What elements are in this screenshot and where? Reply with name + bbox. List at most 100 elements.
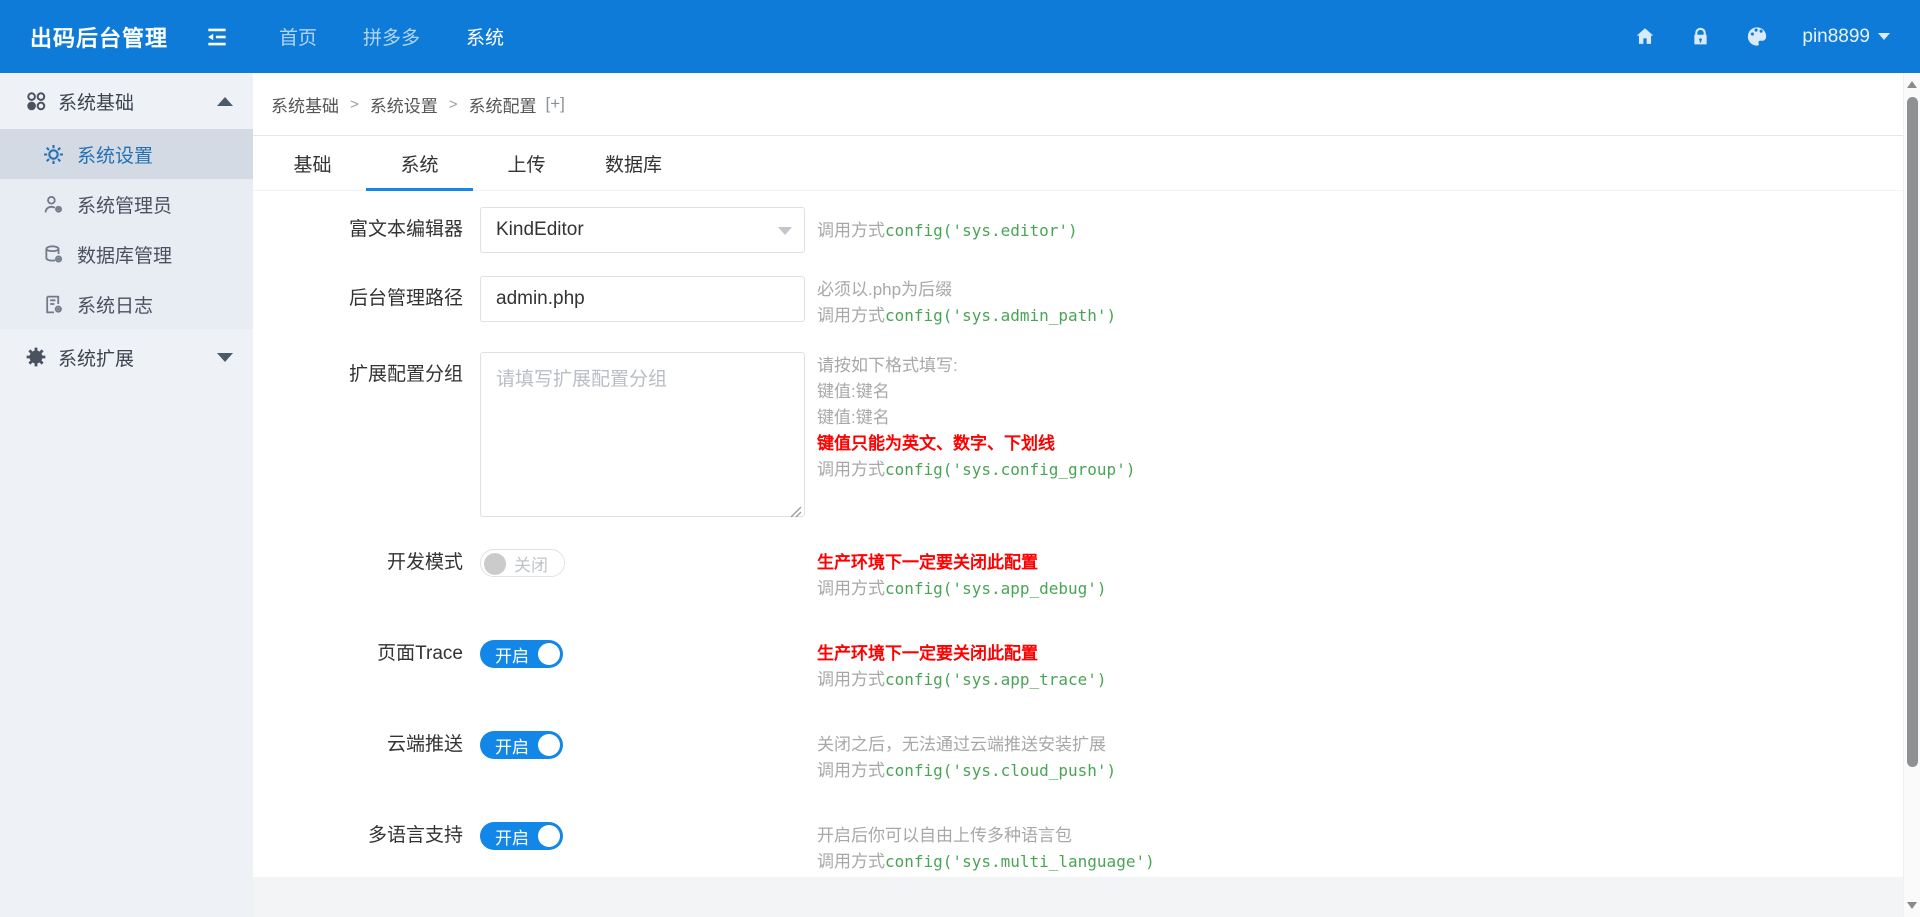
field-label: 扩展配置分组	[348, 364, 463, 385]
hint-line: 开启后你可以自由上传多种语言包	[817, 826, 1072, 845]
sidebar: 系统基础系统设置系统管理员数据库管理系统日志系统扩展	[0, 73, 253, 917]
field-control: KindEditor	[480, 207, 805, 253]
field-hints: 生产环境下一定要关闭此配置调用方式config('sys.app_debug')	[817, 549, 1107, 602]
sidebar-item-label: 系统设置	[77, 145, 154, 167]
toggle-state-label: 开启	[495, 828, 529, 848]
field-label: 云端推送	[386, 734, 463, 755]
app-title: 出码后台管理	[30, 25, 169, 51]
toggle-knob	[484, 553, 506, 575]
form-row-1: 后台管理路径 admin.php 必须以.php为后缀 调用方式config('sys…	[253, 276, 1903, 329]
nav-item-0[interactable]: 首页	[256, 0, 340, 73]
field-hints: 调用方式config('sys.editor')	[817, 217, 1078, 244]
field-label: 富文本编辑器	[348, 219, 463, 240]
content-area: 系统基础 > 系统设置 > 系统配置 [+] 基础 系统 上传 数据库 富文本编辑器 KindEd…	[253, 73, 1920, 917]
config-code: config('sys.multi_language')	[885, 852, 1155, 871]
hint-line: 键值只能为英文、数字、下划线	[817, 434, 1055, 453]
select-caret-icon	[778, 227, 792, 235]
chevron-down-icon	[217, 352, 233, 362]
editor-select[interactable]: KindEditor	[480, 207, 805, 253]
nav-item-1[interactable]: 拼多多	[340, 0, 443, 73]
main-panel: 系统基础 > 系统设置 > 系统配置 [+] 基础 系统 上传 数据库 富文本编辑器 KindEd…	[253, 73, 1903, 877]
tab-0[interactable]: 基础	[259, 136, 366, 190]
username: pin8899	[1802, 25, 1870, 47]
field-hints: 生产环境下一定要关闭此配置 调用方式config('sys.app_trace')	[817, 640, 1107, 693]
breadcrumb-item-2[interactable]: 系统配置	[469, 92, 537, 117]
field-control: admin.php	[480, 276, 805, 322]
scroll-up-icon[interactable]	[1907, 81, 1917, 88]
form-row-6: 多语言支持 开启 开启后你可以自由上传多种语言包调用方式config('sys.mu…	[253, 822, 1903, 875]
sidebar-group-0[interactable]: 系统基础	[0, 73, 253, 129]
tab-2[interactable]: 上传	[473, 136, 580, 190]
user-dropdown[interactable]: pin8899	[1802, 26, 1890, 48]
toggle-switch[interactable]: 关闭	[480, 549, 565, 577]
hint-line: 关闭之后，无法通过云端推送安装扩展	[817, 735, 1106, 754]
apps-icon	[25, 90, 47, 112]
toggle-knob	[538, 825, 560, 847]
input-value: admin.php	[496, 288, 585, 309]
breadcrumb-item-0[interactable]: 系统基础	[271, 92, 339, 117]
hint-line: 生产环境下一定要关闭此配置	[817, 644, 1038, 663]
hint-prefix: 调用方式	[817, 306, 885, 325]
tab-3[interactable]: 数据库	[580, 136, 687, 190]
toggle-switch[interactable]: 开启	[480, 731, 563, 759]
field-label: 开发模式	[386, 552, 463, 573]
hint-line: 调用方式config('sys.multi_language')	[817, 849, 1155, 875]
select-value: KindEditor	[496, 219, 584, 240]
resize-handle-icon[interactable]	[790, 502, 802, 518]
form-row-3: 开发模式 关闭 生产环境下一定要关闭此配置调用方式config('sys.app_d…	[253, 549, 1903, 602]
palette-icon[interactable]	[1746, 26, 1768, 48]
config-code: config('sys.config_group')	[885, 460, 1136, 479]
breadcrumb-item-1[interactable]: 系统设置	[370, 92, 438, 117]
config-code: config('sys.editor')	[885, 220, 1078, 240]
lock-icon[interactable]	[1690, 26, 1712, 48]
hint-prefix: 调用方式	[817, 579, 885, 598]
sidebar-item-label: 数据库管理	[77, 245, 173, 267]
toggle-state-label: 开启	[495, 737, 529, 757]
gear-icon	[43, 144, 64, 165]
hint-line: 调用方式config('sys.config_group')	[817, 457, 1135, 483]
breadcrumb: 系统基础 > 系统设置 > 系统配置 [+]	[253, 73, 1903, 136]
tab-1[interactable]: 系统	[366, 136, 473, 191]
hint-prefix: 调用方式	[817, 460, 885, 479]
field-label: 多语言支持	[367, 825, 463, 846]
form-row-5: 云端推送 开启 关闭之后，无法通过云端推送安装扩展 调用方式config('sys.c…	[253, 731, 1903, 784]
log-icon	[43, 294, 64, 315]
sidebar-item-0-2[interactable]: 数据库管理	[0, 229, 253, 279]
textarea-input[interactable]: 请填写扩展配置分组	[480, 352, 805, 518]
collapse-sidebar-icon[interactable]	[204, 24, 230, 50]
field-hints: 开启后你可以自由上传多种语言包调用方式config('sys.multi_lan…	[817, 822, 1155, 875]
sidebar-group-label: 系统基础	[58, 92, 135, 114]
navbar-menu: 首页 拼多多 系统	[256, 0, 527, 73]
settings-form: 富文本编辑器 KindEditor 调用方式config('sys.editor')…	[253, 191, 1903, 877]
home-icon[interactable]	[1634, 26, 1656, 48]
field-control: 开启	[480, 822, 805, 850]
toggle-state-label: 关闭	[514, 555, 548, 575]
hint-line: 生产环境下一定要关闭此配置	[817, 553, 1038, 572]
text-input[interactable]: admin.php	[480, 276, 805, 322]
nav-item-2[interactable]: 系统	[443, 0, 527, 73]
sidebar-item-0-3[interactable]: 系统日志	[0, 279, 253, 329]
config-code: config('sys.cloud_push')	[885, 761, 1117, 780]
toggle-switch[interactable]: 开启	[480, 640, 563, 668]
sidebar-item-0-0[interactable]: 系统设置	[0, 129, 253, 179]
sidebar-group-1[interactable]: 系统扩展	[0, 329, 253, 385]
toggle-knob	[538, 643, 560, 665]
hint-prefix: 调用方式	[817, 670, 885, 689]
hint-line: 必须以.php为后缀	[817, 280, 953, 299]
sidebar-submenu-0: 系统设置系统管理员数据库管理系统日志	[0, 129, 253, 329]
sidebar-item-0-1[interactable]: 系统管理员	[0, 179, 253, 229]
breadcrumb-separator: >	[448, 95, 458, 113]
toggle-state-label: 开启	[495, 646, 529, 666]
vertical-scrollbar[interactable]	[1903, 73, 1920, 917]
toggle-switch[interactable]: 开启	[480, 822, 563, 850]
field-hints: 必须以.php为后缀 调用方式config('sys.admin_path')	[817, 276, 1116, 329]
scroll-down-icon[interactable]	[1907, 902, 1917, 909]
field-hints: 关闭之后，无法通过云端推送安装扩展 调用方式config('sys.cloud_p…	[817, 731, 1116, 784]
hint-line: 调用方式config('sys.app_debug')	[817, 576, 1107, 602]
hint-line: 调用方式config('sys.editor')	[817, 218, 1078, 244]
config-code: config('sys.admin_path')	[885, 306, 1117, 325]
hint-line: 键值:键名	[817, 408, 890, 427]
hint-prefix: 调用方式	[817, 761, 885, 780]
scrollbar-thumb[interactable]	[1907, 97, 1918, 767]
sidebar-item-label: 系统日志	[77, 295, 154, 317]
